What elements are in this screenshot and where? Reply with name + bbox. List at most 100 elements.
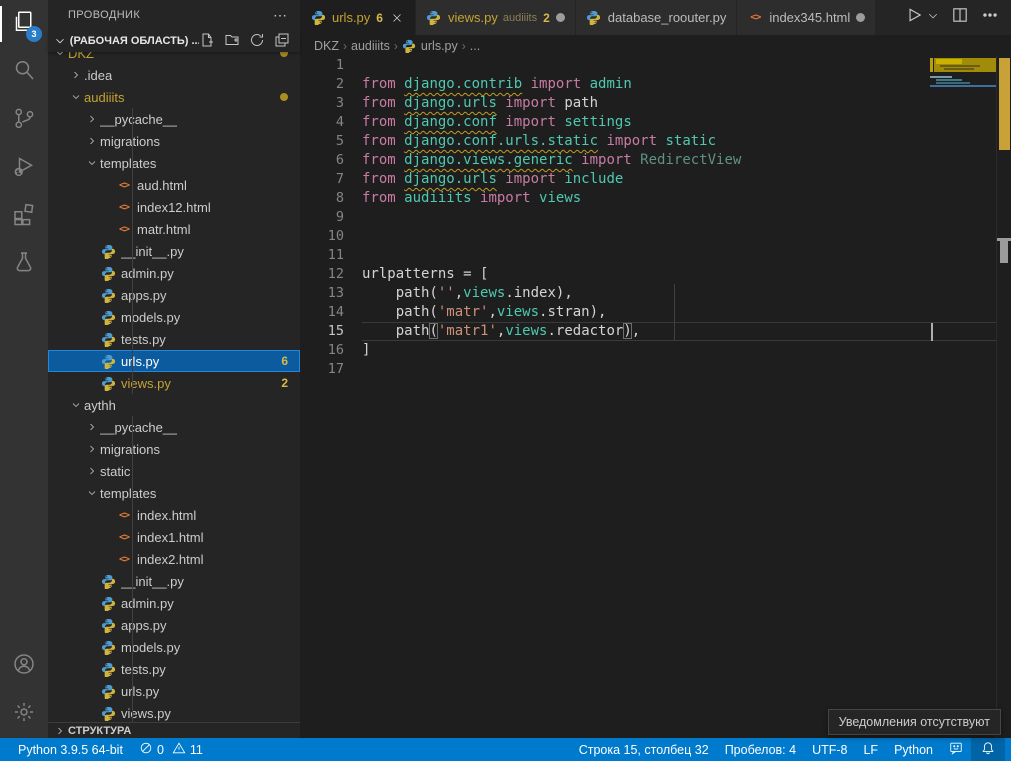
tree-item-tests.py[interactable]: tests.py [48,328,300,350]
overview-ruler-scrollbar[interactable] [996,56,1011,738]
code-editor[interactable]: 12from django.contrib import admin3from … [300,56,1011,738]
tab-label: index345.html [769,10,850,25]
tab-views.py[interactable]: views.pyaudiiits2 [416,0,576,35]
tree-item-migrations[interactable]: migrations [48,438,300,460]
breadcrumb-item-...[interactable]: ... [470,39,480,53]
status-feedback[interactable] [941,738,971,761]
tree-item-views.py[interactable]: views.py [48,702,300,722]
code-line-4[interactable]: 4from django.conf import settings [300,113,1011,132]
code-line-12[interactable]: 12urlpatterns = [ [300,265,1011,284]
tree-item-urls.py[interactable]: urls.py6 [48,350,300,372]
tab-urls.py[interactable]: urls.py6 [300,0,416,35]
tree-item-index2.html[interactable]: <>index2.html [48,548,300,570]
activity-bar-account[interactable] [0,642,48,690]
workspace-section-header[interactable]: (РАБОЧАЯ ОБЛАСТЬ) ... [48,30,300,52]
code-line-3[interactable]: 3from django.urls import path [300,94,1011,113]
code-line-8[interactable]: 8from audiiits import views [300,189,1011,208]
split-editor-button[interactable] [951,6,969,29]
html-file-icon: <> [747,10,763,26]
tree-item-admin.py[interactable]: admin.py [48,262,300,284]
tree-item-aythh[interactable]: aythh [48,394,300,416]
tree-item-aud.html[interactable]: <>aud.html [48,174,300,196]
run-dropdown-button[interactable] [935,9,939,27]
tree-item-__init__.py[interactable]: __init__.py [48,240,300,262]
code-line-14[interactable]: 14 path('matr',views.stran), [300,303,1011,322]
sidebar-title: ПРОВОДНИК [68,9,140,21]
python-file-icon [100,287,116,303]
breadcrumb-item-DKZ[interactable]: DKZ [314,39,339,53]
tree-item-static[interactable]: static [48,460,300,482]
line-content: from django.conf.urls.static import stat… [362,132,716,151]
tree-item-apps.py[interactable]: apps.py [48,284,300,306]
scrollbar-thumb[interactable] [1000,241,1008,263]
tree-item-audiiits[interactable]: audiiits [48,86,300,108]
activity-bar-run-debug[interactable] [0,144,48,192]
tree-item-__pycache__[interactable]: __pycache__ [48,416,300,438]
tree-item-urls.py[interactable]: urls.py [48,680,300,702]
collapse-all-icon[interactable] [274,32,290,51]
status-python-interpreter[interactable]: Python 3.9.5 64-bit [10,738,131,761]
tree-item-.idea[interactable]: .idea [48,64,300,86]
activity-bar-explorer[interactable]: 3 [0,0,48,48]
tree-item-admin.py[interactable]: admin.py [48,592,300,614]
tree-item-views.py[interactable]: views.py2 [48,372,300,394]
code-line-9[interactable]: 9 [300,208,1011,227]
tree-item-models.py[interactable]: models.py [48,306,300,328]
code-line-7[interactable]: 7from django.urls import include [300,170,1011,189]
code-line-5[interactable]: 5from django.conf.urls.static import sta… [300,132,1011,151]
status-language-mode[interactable]: Python [886,738,941,761]
close-icon[interactable] [389,10,405,26]
minimap-code-mark [930,76,952,78]
tab-database_roouter.py[interactable]: database_roouter.py [576,0,738,35]
tree-item-__init__.py[interactable]: __init__.py [48,570,300,592]
code-line-11[interactable]: 11 [300,246,1011,265]
more-actions-button[interactable] [981,6,999,29]
tree-item-matr.html[interactable]: <>matr.html [48,218,300,240]
new-file-icon[interactable] [199,32,215,51]
run-button[interactable] [905,6,923,29]
tree-item-tests.py[interactable]: tests.py [48,658,300,680]
new-folder-icon[interactable] [224,32,240,51]
code-line-2[interactable]: 2from django.contrib import admin [300,75,1011,94]
status-eol[interactable]: LF [855,738,886,761]
status-notifications-bell[interactable] [971,738,1005,761]
line-content: path('',views.index), [362,284,573,303]
tree-item-templates[interactable]: templates [48,152,300,174]
status-problems[interactable]: 011 [131,738,215,761]
code-line-13[interactable]: 13 path('',views.index), [300,284,1011,303]
tree-item-migrations[interactable]: migrations [48,130,300,152]
chevron-down-icon [52,34,68,48]
tree-item-index12.html[interactable]: <>index12.html [48,196,300,218]
status-indentation[interactable]: Пробелов: 4 [717,738,804,761]
breadcrumb-item-audiiits[interactable]: audiiits [351,39,390,53]
tree-item-apps.py[interactable]: apps.py [48,614,300,636]
tree-item-DKZ[interactable]: DKZ [48,52,300,64]
sidebar-more-actions[interactable]: ⋯ [273,7,288,24]
tree-indent [100,529,116,545]
tree-item-index1.html[interactable]: <>index1.html [48,526,300,548]
tree-item-__pycache__[interactable]: __pycache__ [48,108,300,130]
tree-item-index.html[interactable]: <>index.html [48,504,300,526]
breadcrumb-item-urls.py[interactable]: urls.py [421,39,458,53]
python-file-icon [100,661,116,677]
activity-bar-settings[interactable] [0,690,48,738]
code-line-16[interactable]: 16] [300,341,1011,360]
tab-index345.html[interactable]: <> index345.html [737,0,876,35]
activity-bar-extensions[interactable] [0,192,48,240]
minimap[interactable] [930,56,996,738]
status-cursor-position[interactable]: Строка 15, столбец 32 [571,738,717,761]
code-line-1[interactable]: 1 [300,56,1011,75]
code-line-10[interactable]: 10 [300,227,1011,246]
code-line-6[interactable]: 6from django.views.generic import Redire… [300,151,1011,170]
activity-bar-source-control[interactable] [0,96,48,144]
refresh-icon[interactable] [249,32,265,51]
outline-section-header[interactable]: СТРУКТУРА [48,722,300,738]
activity-bar-search[interactable] [0,48,48,96]
code-line-15[interactable]: 15 path('matr1',views.redactor), [300,322,1011,341]
activity-bar-testing[interactable] [0,240,48,288]
tree-item-label: index.html [137,508,196,523]
tree-item-templates[interactable]: templates [48,482,300,504]
tree-item-models.py[interactable]: models.py [48,636,300,658]
status-encoding[interactable]: UTF-8 [804,738,855,761]
code-line-17[interactable]: 17 [300,360,1011,379]
